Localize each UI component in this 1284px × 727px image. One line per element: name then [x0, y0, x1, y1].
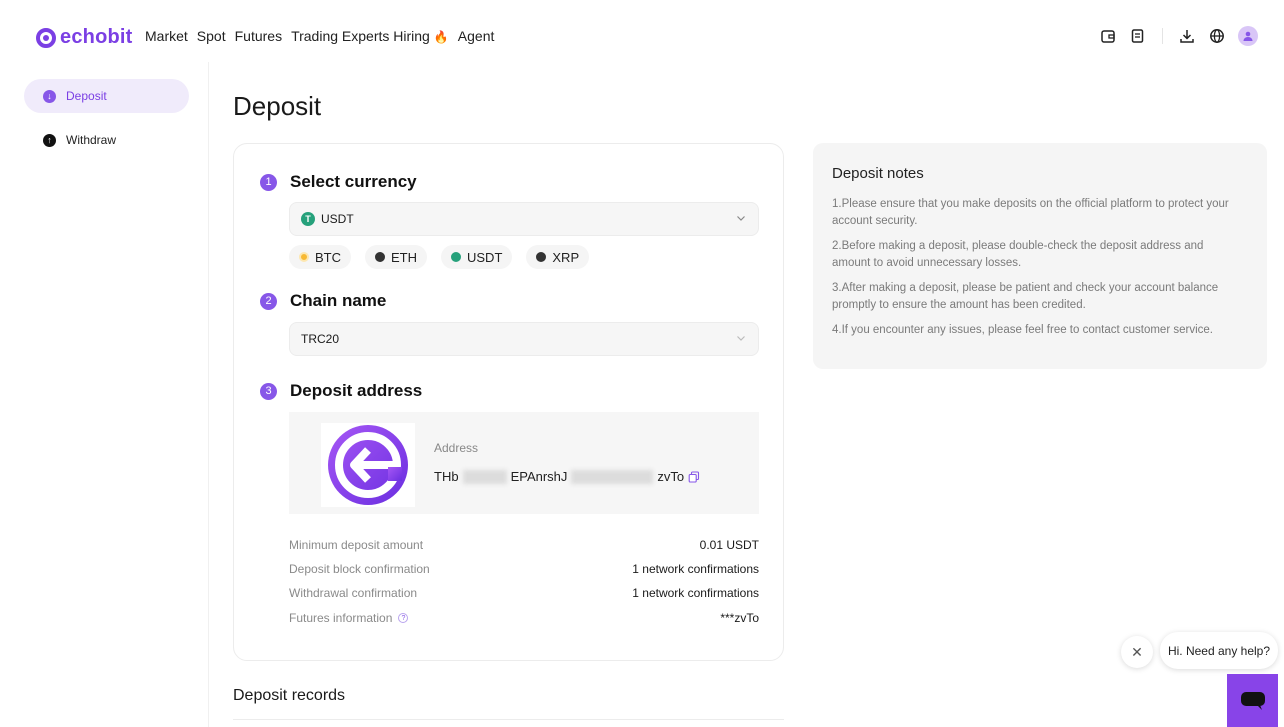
chip-btc[interactable]: BTC: [289, 245, 351, 269]
copy-icon[interactable]: [688, 470, 700, 483]
xrp-coin-icon: [536, 252, 547, 262]
note-item: 4.If you encounter any issues, please fe…: [832, 324, 1213, 336]
address-redacted: [571, 469, 654, 484]
deposit-notes-panel: Deposit notes 1.Please ensure that you m…: [813, 143, 1267, 369]
download-icon[interactable]: [1178, 27, 1196, 45]
deposit-records-title: Deposit records: [233, 687, 346, 704]
nav-trading-experts-label: Trading Experts Hiring: [291, 28, 430, 44]
step-title: Chain name: [290, 291, 387, 310]
sidebar-item-label: Deposit: [66, 89, 107, 103]
echobit-logo-icon: [328, 425, 408, 505]
brand-name: echobit: [60, 26, 133, 48]
chip-label: BTC: [315, 249, 341, 265]
deposit-address-box: Address THb EPAnrshJ zvTo: [289, 412, 759, 514]
arrow-up-circle-icon: ↑: [43, 133, 56, 147]
echobit-logo-icon: [36, 27, 56, 48]
info-key-wrap: Futures information ?: [289, 611, 409, 625]
header-divider: [1162, 28, 1163, 44]
nav-futures[interactable]: Futures: [235, 28, 282, 44]
info-key: Withdrawal confirmation: [289, 586, 418, 600]
sidebar: ↓ Deposit ↑ Withdraw: [0, 62, 209, 727]
divider: [233, 719, 784, 720]
chip-xrp[interactable]: XRP: [526, 245, 590, 269]
wallet-icon[interactable]: [1099, 27, 1117, 45]
btc-coin-icon: [299, 252, 309, 262]
nav-market[interactable]: Market: [145, 28, 188, 44]
chat-button[interactable]: [1227, 674, 1278, 727]
step-number: 2: [260, 292, 277, 310]
currency-quick-picks: BTC ETH USDT XRP: [289, 245, 590, 269]
help-question-icon[interactable]: ?: [398, 613, 409, 623]
address-start: THb: [434, 469, 459, 484]
note-item: 1.Please ensure that you make deposits o…: [832, 198, 1229, 227]
step-title: Select currency: [290, 172, 417, 191]
page-title: Deposit: [233, 91, 322, 121]
info-row-deposit-confirmation: Deposit block confirmation 1 network con…: [289, 562, 759, 576]
note-item: 3.After making a deposit, please be pati…: [832, 282, 1219, 311]
usdt-coin-icon: [451, 252, 461, 262]
notes-title: Deposit notes: [832, 165, 924, 182]
nav-spot[interactable]: Spot: [197, 28, 226, 44]
globe-icon[interactable]: [1208, 27, 1226, 45]
step-select-currency: 1 Select currency: [260, 172, 417, 192]
usdt-coin-icon: T: [301, 212, 315, 226]
info-value: 1 network confirmations: [632, 562, 759, 576]
chevron-down-icon: [737, 336, 745, 341]
address-qr-code: [321, 423, 415, 507]
notes-list: 1.Please ensure that you make deposits o…: [832, 196, 1242, 348]
address-redacted: [462, 469, 507, 484]
fire-icon: 🔥: [433, 30, 449, 44]
info-key: Minimum deposit amount: [289, 538, 424, 552]
deposit-address-value[interactable]: THb EPAnrshJ zvTo: [434, 469, 700, 484]
nav-trading-experts-hiring[interactable]: Trading Experts Hiring 🔥: [291, 28, 449, 44]
header-actions: [1099, 26, 1258, 46]
sidebar-item-label: Withdraw: [66, 133, 117, 147]
chip-label: USDT: [467, 249, 503, 265]
info-value: 1 network confirmations: [632, 586, 759, 600]
info-key: Deposit block confirmation: [289, 562, 430, 576]
arrow-down-circle-icon: ↓: [43, 89, 56, 103]
chip-usdt[interactable]: USDT: [441, 245, 513, 269]
help-bubble[interactable]: Hi. Need any help?: [1160, 632, 1278, 669]
note-item: 2.Before making a deposit, please double…: [832, 240, 1204, 269]
info-row-min-deposit: Minimum deposit amount 0.01 USDT: [289, 538, 759, 552]
step-title: Deposit address: [290, 381, 423, 400]
deposit-form-card: 1 Select currency T USDT BTC ETH USDT XR…: [233, 143, 784, 661]
address-label: Address: [434, 441, 479, 455]
info-row-futures-information: Futures information ? ***zvTo: [289, 611, 759, 625]
chevron-down-icon: [737, 216, 745, 221]
info-value: ***zvTo: [720, 611, 759, 625]
chain-select[interactable]: TRC20: [289, 322, 759, 356]
info-key: Futures information: [289, 611, 393, 625]
currency-select-value: USDT: [321, 212, 354, 226]
currency-select[interactable]: T USDT: [289, 202, 759, 236]
main-nav: Market Spot Futures Trading Experts Hiri…: [145, 28, 494, 44]
chip-label: XRP: [552, 249, 580, 265]
close-icon[interactable]: ✕: [1121, 636, 1153, 668]
info-row-withdrawal-confirmation: Withdrawal confirmation 1 network confir…: [289, 586, 759, 600]
info-value: 0.01 USDT: [699, 538, 759, 552]
step-number: 3: [260, 382, 277, 400]
nav-agent[interactable]: Agent: [458, 28, 495, 44]
chip-label: ETH: [391, 249, 417, 265]
chat-icon: [1240, 691, 1265, 710]
chain-select-value: TRC20: [301, 332, 340, 346]
step-chain-name: 2 Chain name: [260, 291, 386, 311]
brand-logo[interactable]: echobit: [36, 26, 133, 49]
eth-coin-icon: [375, 252, 385, 262]
address-end: zvTo: [657, 469, 685, 484]
user-avatar-icon[interactable]: [1238, 26, 1258, 46]
sidebar-item-deposit[interactable]: ↓ Deposit: [24, 79, 189, 113]
chip-eth[interactable]: ETH: [365, 245, 427, 269]
orders-icon[interactable]: [1129, 27, 1147, 45]
sidebar-item-withdraw[interactable]: ↑ Withdraw: [24, 123, 189, 157]
address-middle: EPAnrshJ: [510, 469, 568, 484]
step-number: 1: [260, 173, 277, 191]
step-deposit-address: 3 Deposit address: [260, 381, 422, 401]
